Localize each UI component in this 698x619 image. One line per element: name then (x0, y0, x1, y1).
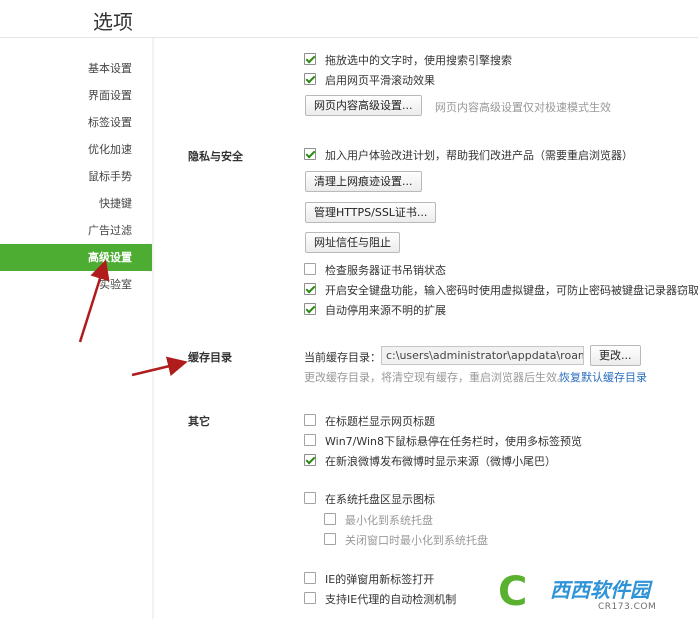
minimize-tray-checkbox[interactable] (324, 513, 336, 525)
sidebar-divider (152, 38, 154, 619)
win7-preview-label: Win7/Win8下鼠标悬停在任务栏时，使用多标签预览 (325, 435, 583, 448)
web-advanced-hint: 网页内容高级设置仅对极速模式生效 (435, 101, 611, 114)
privacy-section-title: 隐私与安全 (188, 150, 243, 163)
ie-proxy-label: 支持IE代理的自动检测机制 (325, 593, 457, 606)
sidebar-item-shortcuts[interactable]: 快捷键 (0, 190, 153, 217)
ie-proxy-checkbox[interactable] (304, 592, 316, 604)
sidebar-item-tabs[interactable]: 标签设置 (0, 109, 153, 136)
weibo-source-checkbox[interactable] (304, 454, 316, 466)
smooth-scroll-label: 启用网页平滑滚动效果 (325, 74, 435, 87)
sidebar-item-basic[interactable]: 基本设置 (0, 55, 153, 82)
watermark-c-icon: C (498, 569, 528, 615)
sidebar-item-advanced[interactable]: 高级设置 (0, 244, 153, 271)
other-section-title: 其它 (188, 415, 210, 428)
restore-default-cache-link[interactable]: 恢复默认缓存目录 (559, 369, 647, 385)
manage-certificates-button[interactable]: 管理HTTPS/SSL证书... (305, 202, 437, 223)
disable-unknown-ext-label: 自动停用来源不明的扩展 (325, 304, 446, 317)
web-advanced-settings-button[interactable]: 网页内容高级设置... (305, 95, 422, 116)
weibo-source-label: 在新浪微博发布微博时显示来源（微博小尾巴） (325, 455, 556, 468)
sidebar: 基本设置 界面设置 标签设置 优化加速 鼠标手势 快捷键 广告过滤 高级设置 实… (0, 38, 153, 619)
safe-keyboard-checkbox[interactable] (304, 283, 316, 295)
change-cache-button[interactable]: 更改... (590, 345, 641, 366)
ie-popup-checkbox[interactable] (304, 572, 316, 584)
cert-revoke-checkbox[interactable] (304, 263, 316, 275)
close-tray-label: 关闭窗口时最小化到系统托盘 (345, 534, 488, 547)
cache-section-title: 缓存目录 (188, 351, 232, 364)
ux-plan-label: 加入用户体验改进计划，帮助我们改进产品（需要重启浏览器） (325, 149, 633, 162)
watermark-sub-text: CR173.COM (598, 602, 657, 612)
drag-search-checkbox[interactable] (304, 53, 316, 65)
clear-traces-button[interactable]: 清理上网痕迹设置... (305, 171, 422, 192)
ie-popup-label: IE的弹窗用新标签打开 (325, 573, 435, 586)
cache-hint: 更改缓存目录，将清空现有缓存，重启浏览器后生效。 (304, 371, 568, 384)
watermark-main-text: 西西软件园 (550, 578, 650, 602)
win7-preview-checkbox[interactable] (304, 434, 316, 446)
drag-search-label: 拖放选中的文字时，使用搜索引擎搜索 (325, 54, 512, 67)
disable-unknown-ext-checkbox[interactable] (304, 303, 316, 315)
title-bar-label: 在标题栏显示网页标题 (325, 415, 435, 428)
cert-revoke-label: 检查服务器证书吊销状态 (325, 264, 446, 277)
sidebar-item-lab[interactable]: 实验室 (0, 271, 153, 298)
safe-keyboard-label: 开启安全键盘功能，输入密码时使用虚拟键盘，可防止密码被键盘记录器窃取 (325, 284, 698, 297)
smooth-scroll-checkbox[interactable] (304, 73, 316, 85)
close-tray-checkbox[interactable] (324, 533, 336, 545)
title-bar-checkbox[interactable] (304, 414, 316, 426)
sidebar-item-interface[interactable]: 界面设置 (0, 82, 153, 109)
page-title: 选项 (93, 10, 133, 34)
tray-icon-checkbox[interactable] (304, 492, 316, 504)
url-trust-button[interactable]: 网址信任与阻止 (305, 232, 400, 253)
cache-current-label: 当前缓存目录： (304, 351, 381, 364)
cache-path-input[interactable]: c:\users\administrator\appdata\roaming\3… (381, 346, 584, 365)
ux-plan-checkbox[interactable] (304, 148, 316, 160)
watermark-logo: C 西西软件园 CR173.COM (494, 568, 694, 618)
sidebar-item-optimize[interactable]: 优化加速 (0, 136, 153, 163)
sidebar-item-mouse-gesture[interactable]: 鼠标手势 (0, 163, 153, 190)
tray-icon-label: 在系统托盘区显示图标 (325, 493, 435, 506)
sidebar-item-adblock[interactable]: 广告过滤 (0, 217, 153, 244)
minimize-tray-label: 最小化到系统托盘 (345, 514, 433, 527)
